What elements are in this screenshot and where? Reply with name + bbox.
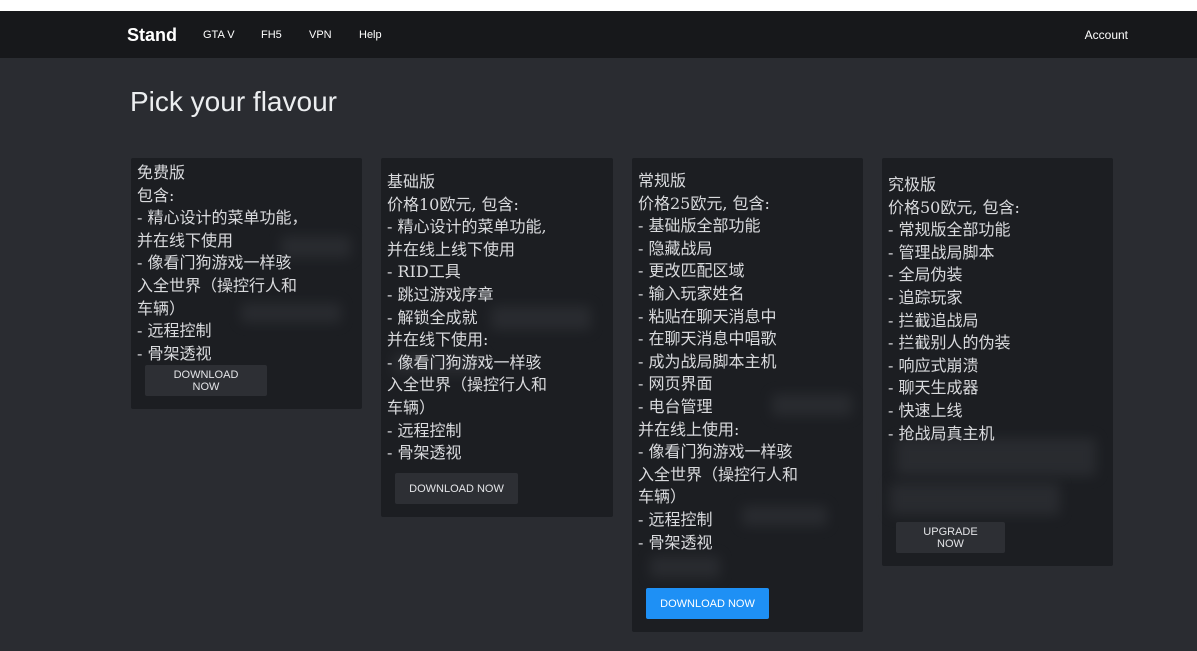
plan-card-ultimate: 究极版 价格50欧元, 包含: - 常规版全部功能 - 管理战局脚本 - 全局伪… <box>882 158 1113 566</box>
account-link[interactable]: Account <box>1085 28 1128 42</box>
blurred-overlay <box>890 483 1060 515</box>
plan-card-free: 免费版 包含: - 精心设计的菜单功能， 并在线下使用 - 像看门狗游戏一样骇 … <box>131 158 362 409</box>
plan-features-text: 常规版 价格25欧元, 包含: - 基础版全部功能 - 隐藏战局 - 更改匹配区… <box>638 171 799 552</box>
nav-link-fh5[interactable]: FH5 <box>261 28 282 42</box>
nav-link-vpn[interactable]: VPN <box>309 28 332 42</box>
browser-top-strip <box>0 0 1197 11</box>
nav-link-gta-v[interactable]: GTA V <box>203 28 235 42</box>
nav-link-help[interactable]: Help <box>359 28 382 42</box>
plan-card-basic: 基础版 价格10欧元, 包含: - 精心设计的菜单功能, 并在线上线下使用 - … <box>381 158 613 517</box>
plan-features-text: 究极版 价格50欧元, 包含: - 常规版全部功能 - 管理战局脚本 - 全局伪… <box>888 175 1020 443</box>
navbar: Stand GTA V FH5 VPN Help Account <box>0 11 1197 58</box>
download-now-button[interactable]: DOWNLOAD NOW <box>145 365 267 396</box>
plan-card-regular: 常规版 价格25欧元, 包含: - 基础版全部功能 - 隐藏战局 - 更改匹配区… <box>632 158 863 632</box>
plan-features-text: 基础版 价格10欧元, 包含: - 精心设计的菜单功能, 并在线上线下使用 - … <box>387 172 548 463</box>
upgrade-now-button[interactable]: UPGRADE NOW <box>896 522 1005 553</box>
download-now-button[interactable]: DOWNLOAD NOW <box>646 588 769 619</box>
download-now-button[interactable]: DOWNLOAD NOW <box>395 473 518 504</box>
brand-logo-link[interactable]: Stand <box>127 25 177 45</box>
blurred-overlay <box>650 556 720 578</box>
page-title: Pick your flavour <box>130 86 337 117</box>
plan-features-text: 免费版 包含: - 精心设计的菜单功能， 并在线下使用 - 像看门狗游戏一样骇 … <box>137 163 308 363</box>
